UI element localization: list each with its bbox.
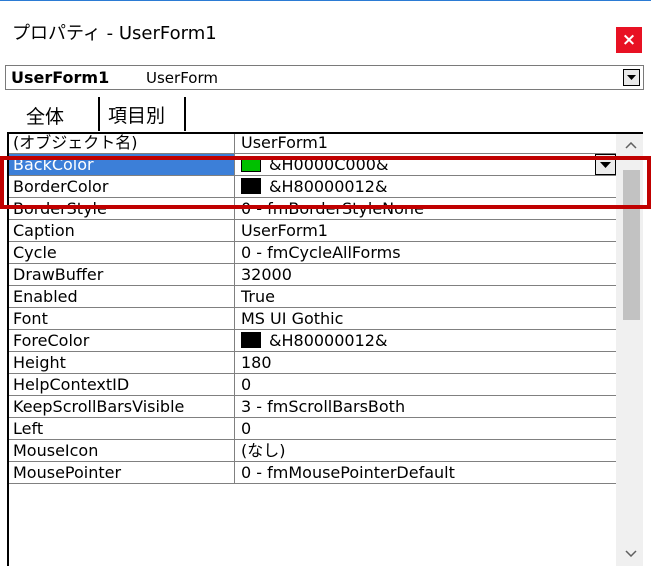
property-value[interactable]: &H80000012& — [237, 330, 616, 351]
tab-strip: 全体 項目別 — [12, 97, 642, 131]
property-name[interactable]: Height — [9, 352, 235, 373]
property-row[interactable]: Height 180 — [9, 352, 616, 374]
property-name[interactable]: KeepScrollBarsVisible — [9, 396, 235, 417]
property-value[interactable]: 0 — [237, 374, 616, 395]
property-value[interactable]: 0 — [237, 418, 616, 439]
property-grid: (オブジェクト名) UserForm1 BackColor &H0000C000& Bo… — [7, 132, 643, 566]
object-name: UserForm1 — [11, 68, 110, 87]
property-row[interactable]: MouseIcon (なし) — [9, 440, 616, 462]
property-row[interactable]: KeepScrollBarsVisible 3 - fmScrollBarsBot… — [9, 396, 616, 418]
scroll-down-button[interactable] — [616, 542, 643, 564]
title-bar: プロパティ - UserForm1 × — [0, 1, 651, 57]
property-value-text: 0 - fmMousePointerDefault — [241, 463, 455, 482]
color-swatch — [241, 156, 261, 172]
property-value[interactable]: 3 - fmScrollBarsBoth — [237, 396, 616, 417]
property-value[interactable]: &H80000012& — [237, 176, 616, 197]
property-row[interactable]: Enabled True — [9, 286, 616, 308]
value-dropdown-button[interactable] — [595, 154, 616, 175]
property-value-text: 32000 — [241, 265, 292, 284]
object-selector-dropdown-button[interactable] — [623, 69, 640, 86]
chevron-down-icon — [625, 550, 637, 557]
properties-window: プロパティ - UserForm1 × UserForm1 UserForm 全… — [0, 0, 651, 566]
property-value-text: (なし) — [241, 441, 286, 460]
property-value-text: &H0000C000& — [269, 155, 389, 174]
property-name[interactable]: Left — [9, 418, 235, 439]
window-title: プロパティ - UserForm1 — [12, 23, 217, 44]
close-button[interactable]: × — [616, 27, 642, 53]
property-row[interactable]: HelpContextID 0 — [9, 374, 616, 396]
tab-all[interactable]: 全体 — [12, 97, 90, 131]
vertical-scrollbar[interactable] — [616, 134, 643, 566]
property-row[interactable]: MousePointer 0 - fmMousePointerDefault — [9, 462, 616, 484]
chevron-down-icon — [627, 75, 636, 80]
property-value[interactable]: 0 - fmCycleAllForms — [237, 242, 616, 263]
property-value-text: UserForm1 — [241, 221, 328, 240]
property-row[interactable]: BackColor &H0000C000& — [9, 154, 616, 176]
color-swatch — [241, 332, 261, 348]
property-value-text: &H80000012& — [269, 177, 388, 196]
property-name[interactable]: Font — [9, 308, 235, 329]
property-name[interactable]: ForeColor — [9, 330, 235, 351]
property-value[interactable]: UserForm1 — [237, 133, 616, 153]
property-value[interactable]: MS UI Gothic — [237, 308, 616, 329]
object-selector[interactable]: UserForm1 UserForm — [5, 65, 644, 90]
property-value-text: 0 — [241, 419, 252, 438]
object-type: UserForm — [146, 69, 218, 87]
scroll-up-button[interactable] — [616, 134, 643, 156]
property-row[interactable]: (オブジェクト名) UserForm1 — [9, 133, 616, 154]
color-swatch — [241, 178, 261, 194]
property-row[interactable]: Font MS UI Gothic — [9, 308, 616, 330]
property-value[interactable]: (なし) — [237, 440, 616, 461]
property-value[interactable]: UserForm1 — [237, 220, 616, 241]
property-value[interactable]: &H0000C000& — [237, 154, 616, 175]
property-value-text: UserForm1 — [241, 133, 328, 152]
property-name[interactable]: Cycle — [9, 242, 235, 263]
property-value-text: 0 - fmBorderStyleNone — [241, 199, 424, 218]
property-value-text: MS UI Gothic — [241, 309, 344, 328]
property-name[interactable]: BorderStyle — [9, 198, 235, 219]
property-value[interactable]: 0 - fmMousePointerDefault — [237, 462, 616, 483]
property-name[interactable]: BorderColor — [9, 176, 235, 197]
property-row[interactable]: Left 0 — [9, 418, 616, 440]
property-value-text: 180 — [241, 353, 272, 372]
property-name[interactable]: BackColor — [9, 154, 235, 175]
property-value-text: True — [241, 287, 275, 306]
property-row[interactable]: BorderColor &H80000012& — [9, 176, 616, 198]
property-value-text: 3 - fmScrollBarsBoth — [241, 397, 406, 416]
property-name[interactable]: Enabled — [9, 286, 235, 307]
property-value-text: 0 — [241, 375, 252, 394]
property-row[interactable]: Cycle 0 - fmCycleAllForms — [9, 242, 616, 264]
chevron-down-icon — [600, 162, 611, 168]
property-name[interactable]: MousePointer — [9, 462, 235, 483]
property-name[interactable]: Caption — [9, 220, 235, 241]
property-name[interactable]: (オブジェクト名) — [9, 134, 235, 153]
property-name[interactable]: MouseIcon — [9, 440, 235, 461]
property-row[interactable]: BorderStyle 0 - fmBorderStyleNone — [9, 198, 616, 220]
property-value[interactable]: 0 - fmBorderStyleNone — [237, 198, 616, 219]
scroll-thumb[interactable] — [623, 170, 640, 320]
property-value-text: 0 - fmCycleAllForms — [241, 243, 401, 262]
property-row[interactable]: DrawBuffer 32000 — [9, 264, 616, 286]
property-value[interactable]: 32000 — [237, 264, 616, 285]
property-value[interactable]: True — [237, 286, 616, 307]
tab-by-category[interactable]: 項目別 — [98, 97, 186, 131]
property-value-text: &H80000012& — [269, 331, 388, 350]
property-name[interactable]: HelpContextID — [9, 374, 235, 395]
chevron-up-icon — [625, 142, 637, 149]
property-name[interactable]: DrawBuffer — [9, 264, 235, 285]
property-value[interactable]: 180 — [237, 352, 616, 373]
property-row[interactable]: ForeColor &H80000012& — [9, 330, 616, 352]
property-row[interactable]: Caption UserForm1 — [9, 220, 616, 242]
